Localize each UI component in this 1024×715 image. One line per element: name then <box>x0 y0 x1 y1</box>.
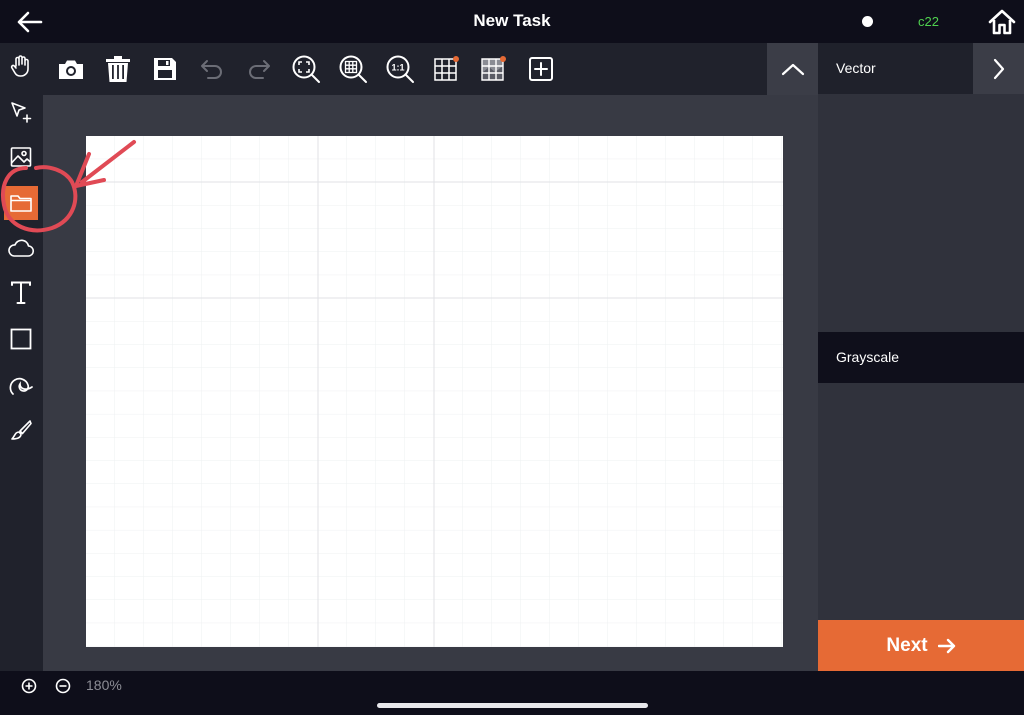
undo-icon <box>201 60 222 79</box>
status-dot <box>862 16 873 27</box>
redo-icon <box>249 60 270 79</box>
chevron-up-icon <box>781 63 804 76</box>
collapse-toolbar-button[interactable] <box>767 43 818 95</box>
tool-spiral-draw[interactable] <box>4 368 38 402</box>
spiral-icon <box>9 377 33 395</box>
canvas-grid <box>86 136 783 647</box>
zoom-fit-button[interactable] <box>289 52 323 86</box>
trash-icon <box>106 56 130 82</box>
zoom-level: 180% <box>86 677 122 693</box>
chevron-right-icon <box>993 58 1004 79</box>
save-button[interactable] <box>148 52 182 86</box>
camera-button[interactable] <box>54 52 88 86</box>
right-panel: Vector Grayscale Next <box>818 43 1024 671</box>
vector-label: Vector <box>836 60 876 76</box>
next-label: Next <box>886 634 928 656</box>
zoom-grid-button[interactable] <box>336 52 370 86</box>
grid-photo-button[interactable] <box>477 52 511 86</box>
tool-rail <box>0 43 43 714</box>
cloud-icon <box>8 239 35 257</box>
grid-photo-icon <box>481 56 506 81</box>
toolbar: 1:1 <box>43 43 818 95</box>
zoom-actual-button[interactable]: 1:1 <box>383 52 417 86</box>
tool-pan-hand[interactable] <box>4 49 38 83</box>
zoom-fit-icon <box>292 55 320 83</box>
trash-button[interactable] <box>101 52 135 86</box>
work-area <box>43 95 818 671</box>
bottom-bar: 180% <box>0 671 1024 715</box>
tool-cloud[interactable] <box>4 231 38 265</box>
folder-icon <box>10 195 32 212</box>
zoom-actual-text: 1:1 <box>391 63 404 73</box>
tool-image[interactable] <box>4 140 38 174</box>
drawing-canvas[interactable] <box>86 136 783 647</box>
zoom-out-icon <box>55 678 71 694</box>
tool-rectangle[interactable] <box>4 322 38 356</box>
app-window: New Task c22 1:1 Vector Grayscale Next 1… <box>0 0 1024 715</box>
undo-button[interactable] <box>195 52 229 86</box>
next-button[interactable]: Next <box>818 620 1024 671</box>
home-button[interactable] <box>986 6 1018 38</box>
home-icon <box>988 9 1016 35</box>
home-indicator <box>377 703 648 708</box>
zoom-in-button[interactable] <box>19 676 39 696</box>
hand-icon <box>10 55 29 77</box>
vector-row: Vector <box>818 43 1024 94</box>
top-bar: New Task c22 <box>0 0 1024 43</box>
grayscale-label: Grayscale <box>836 349 900 365</box>
tool-text[interactable] <box>4 276 38 310</box>
tool-folder[interactable] <box>4 186 38 220</box>
save-icon <box>154 58 176 80</box>
zoom-out-button[interactable] <box>53 676 73 696</box>
status-code: c22 <box>918 14 939 29</box>
brush-icon <box>11 420 32 440</box>
image-icon <box>10 147 32 167</box>
redo-button[interactable] <box>242 52 276 86</box>
grid-icon <box>434 56 459 81</box>
vector-expand-button[interactable] <box>973 43 1024 94</box>
tool-brush[interactable] <box>4 413 38 447</box>
pointer-plus-icon <box>11 102 32 123</box>
zoom-actual-icon: 1:1 <box>386 55 414 83</box>
text-icon <box>11 281 31 304</box>
add-box-button[interactable] <box>524 52 558 86</box>
grayscale-option[interactable]: Grayscale <box>818 332 1024 383</box>
camera-icon <box>59 60 83 79</box>
tool-select-add[interactable] <box>4 95 38 129</box>
arrow-right-icon <box>937 638 955 653</box>
rectangle-icon <box>10 328 32 350</box>
zoom-grid-icon <box>339 55 367 83</box>
grid-button[interactable] <box>430 52 464 86</box>
zoom-in-icon <box>21 678 37 694</box>
add-box-icon <box>529 57 553 81</box>
